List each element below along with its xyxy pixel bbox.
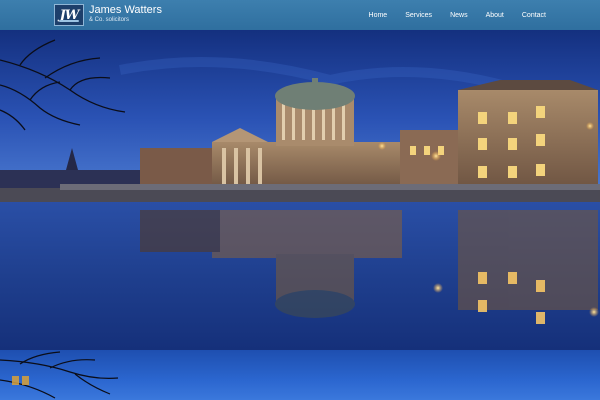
nav-news[interactable]: News [450, 12, 468, 19]
slide-dot-2[interactable] [22, 376, 29, 385]
brand-tagline: & Co. solicitors [89, 17, 130, 23]
tree-silhouette [0, 351, 119, 399]
second-slide-preview [0, 350, 600, 400]
hero-image [0, 30, 600, 350]
main-nav: Home Services News About Contact [351, 0, 546, 30]
slide-dot-1[interactable] [12, 376, 19, 385]
nav-contact[interactable]: Contact [522, 12, 546, 19]
logo-swoosh [59, 20, 79, 22]
nav-about[interactable]: About [486, 12, 504, 19]
nav-services[interactable]: Services [405, 12, 432, 19]
slider-pager [12, 376, 29, 385]
site-header: JW James Watters & Co. solicitors Home S… [0, 0, 600, 30]
jw-monogram-logo[interactable]: JW [54, 4, 84, 26]
brand-name[interactable]: James Watters [89, 4, 162, 16]
hero-slider [0, 30, 600, 350]
nav-home[interactable]: Home [369, 12, 388, 19]
